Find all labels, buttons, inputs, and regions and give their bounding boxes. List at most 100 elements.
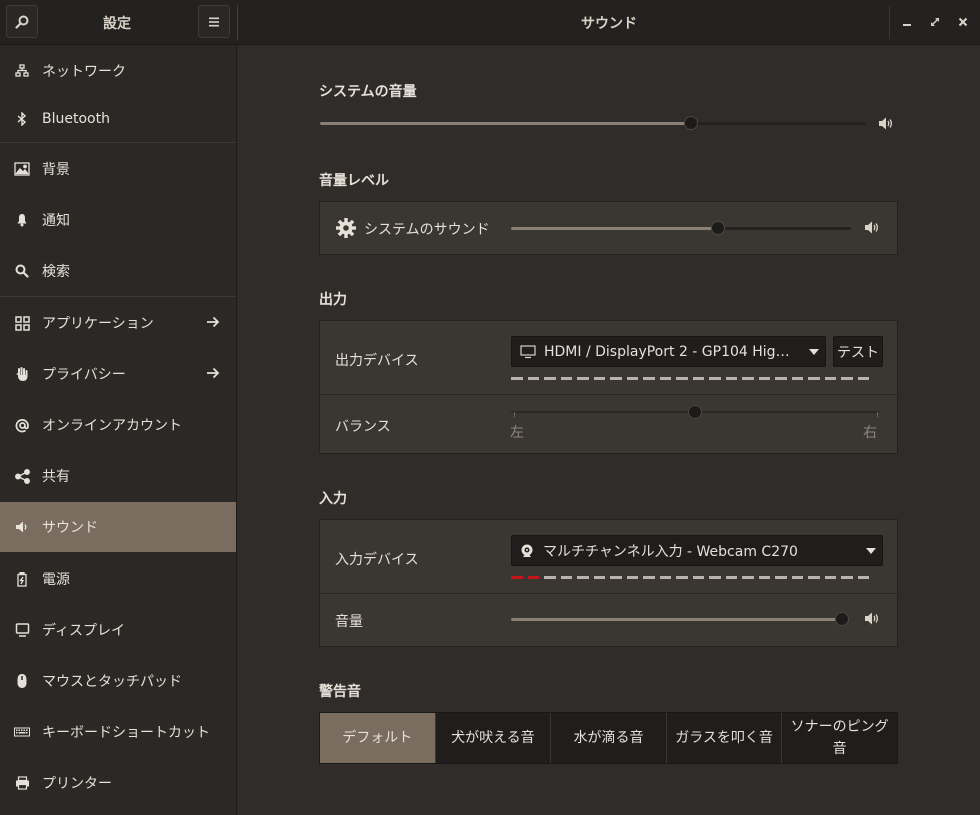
level-segment — [577, 377, 589, 380]
sidebar-item-label: ディスプレイ — [42, 623, 126, 639]
maximize-icon — [931, 18, 939, 26]
bell-icon — [14, 212, 30, 228]
sidebar-item-online-accounts[interactable]: オンラインアカウント — [0, 400, 236, 450]
input-volume-label: 音量 — [335, 614, 363, 630]
sidebar-item-label: マウスとタッチパッド — [42, 674, 182, 690]
sidebar-item-sound[interactable]: サウンド — [0, 502, 236, 552]
webcam-icon — [521, 544, 533, 557]
output-level-bar — [511, 377, 869, 380]
balance-tick-left — [514, 412, 515, 417]
level-segment — [808, 576, 820, 579]
sidebar-item-privacy[interactable]: プライバシー — [0, 349, 236, 399]
balance-label: バランス — [335, 419, 391, 435]
output-device-value: HDMI / DisplayPort 2 - GP104 Hig… — [544, 343, 790, 360]
sidebar-item-power[interactable]: 電源 — [0, 554, 236, 604]
search-icon — [14, 263, 30, 279]
output-frame: 出力デバイス HDMI / DisplayPort 2 - GP104 Hig…… — [319, 320, 898, 454]
volume-levels-frame: システムのサウンド — [319, 201, 898, 255]
row-separator — [320, 394, 897, 395]
level-segment — [692, 576, 704, 579]
alert-sound-sonar-ping[interactable]: ソナーのピング音 — [782, 713, 897, 763]
balance-knob[interactable] — [688, 405, 702, 419]
level-segment — [560, 377, 572, 380]
header-bar: 設定 サウンド — [0, 0, 980, 45]
level-segment — [643, 576, 655, 579]
sidebar-item-mouse-touchpad[interactable]: マウスとタッチパッド — [0, 656, 236, 706]
apps-grid-icon — [14, 315, 30, 331]
balance-right-label: 右 — [863, 425, 877, 441]
sidebar-item-keyboard-shortcuts[interactable]: キーボードショートカット — [0, 707, 236, 757]
system-volume-knob[interactable] — [684, 116, 698, 130]
chevron-down-icon — [866, 548, 876, 554]
share-icon — [14, 468, 30, 484]
sidebar-item-label: 背景 — [42, 162, 70, 178]
minimize-button[interactable] — [897, 12, 917, 32]
level-segment — [676, 377, 688, 380]
sidebar-item-sharing[interactable]: 共有 — [0, 451, 236, 501]
alert-sound-glass-tap[interactable]: ガラスを叩く音 — [666, 713, 783, 763]
maximize-button[interactable] — [925, 12, 945, 32]
alert-sound-dog-bark[interactable]: 犬が吠える音 — [435, 713, 552, 763]
level-segment — [857, 576, 869, 579]
sidebar-item-notifications[interactable]: 通知 — [0, 195, 236, 245]
alert-sound-water-drop[interactable]: 水が滴る音 — [551, 713, 667, 763]
printer-icon — [14, 775, 30, 791]
speaker-high-icon — [879, 117, 893, 130]
system-sounds-label: システムのサウンド — [364, 222, 490, 238]
sidebar-item-display[interactable]: ディスプレイ — [0, 605, 236, 655]
sidebar-item-printers[interactable]: プリンター — [0, 758, 236, 808]
arrow-right-icon — [207, 367, 220, 379]
level-segment — [775, 576, 787, 579]
level-segment — [560, 576, 572, 579]
system-sounds-knob[interactable] — [711, 221, 725, 235]
sidebar-item-label: 検索 — [42, 264, 70, 280]
at-icon — [14, 417, 30, 433]
level-segment — [775, 377, 787, 380]
row-separator — [320, 593, 897, 594]
level-segment — [593, 576, 605, 579]
level-segment — [511, 377, 523, 380]
output-device-combo[interactable]: HDMI / DisplayPort 2 - GP104 Hig… — [511, 336, 826, 367]
level-segment — [659, 377, 671, 380]
image-icon — [14, 161, 30, 177]
level-segment — [659, 576, 671, 579]
sidebar-item-label: ネットワーク — [42, 64, 126, 80]
sidebar-item-network[interactable]: ネットワーク — [0, 46, 236, 96]
level-segment — [808, 377, 820, 380]
test-button[interactable]: テスト — [833, 336, 883, 367]
section-title-output: 出力 — [319, 292, 347, 308]
level-segment — [626, 576, 638, 579]
menu-button[interactable] — [198, 5, 230, 38]
sound-panel: システムの音量 音量レベル システムのサウンド 出力 出力デバイス HDMI /… — [238, 45, 980, 815]
input-volume-fill — [511, 618, 849, 621]
alert-sounds-group: デフォルト 犬が吠える音 水が滴る音 ガラスを叩く音 ソナーのピング音 — [319, 712, 898, 764]
sidebar-divider — [0, 296, 236, 297]
sidebar-item-applications[interactable]: アプリケーション — [0, 298, 236, 348]
level-segment — [593, 377, 605, 380]
keyboard-icon — [14, 724, 30, 740]
search-icon — [15, 15, 29, 29]
close-button[interactable] — [953, 12, 973, 32]
sidebar-item-bluetooth[interactable]: Bluetooth — [0, 94, 236, 144]
level-segment — [709, 576, 721, 579]
page-title: サウンド — [581, 15, 637, 32]
alert-sound-default[interactable]: デフォルト — [320, 713, 436, 763]
input-volume-knob[interactable] — [835, 612, 849, 626]
monitor-icon — [520, 344, 536, 358]
level-segment — [676, 576, 688, 579]
search-button[interactable] — [6, 5, 38, 38]
level-segment — [841, 576, 853, 579]
input-device-combo[interactable]: マルチチャンネル入力 - Webcam C270 — [511, 535, 883, 566]
sidebar-item-label: プライバシー — [42, 367, 126, 383]
level-segment — [857, 377, 869, 380]
level-segment — [742, 377, 754, 380]
sidebar-item-search[interactable]: 検索 — [0, 246, 236, 296]
section-title-system-volume: システムの音量 — [319, 84, 417, 100]
balance-tick-right — [877, 412, 878, 417]
level-segment — [527, 576, 539, 579]
level-segment — [610, 377, 622, 380]
sidebar-item-background[interactable]: 背景 — [0, 144, 236, 194]
sidebar-item-label: キーボードショートカット — [42, 725, 210, 741]
display-icon — [14, 622, 30, 638]
level-segment — [824, 576, 836, 579]
